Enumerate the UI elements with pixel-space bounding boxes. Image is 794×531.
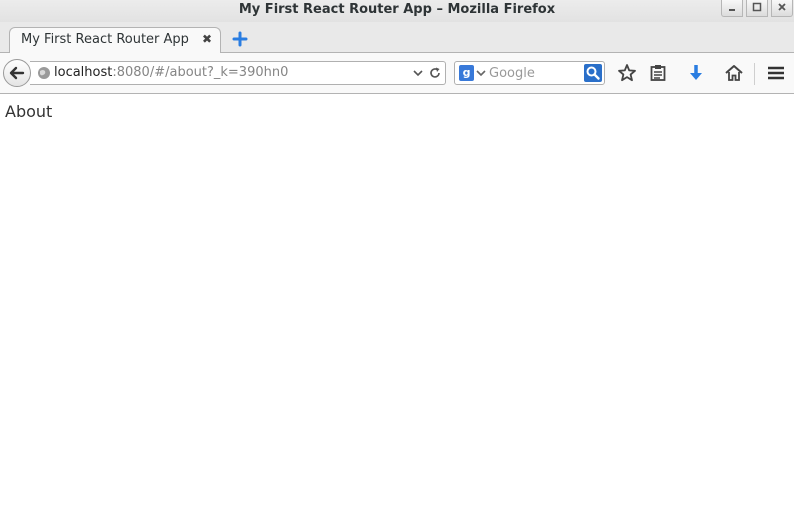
maximize-button[interactable]	[746, 0, 768, 17]
search-icon[interactable]	[584, 64, 602, 82]
maximize-icon	[752, 2, 762, 12]
tab-my-first-react-router-app[interactable]: My First React Router App ✖	[9, 27, 221, 53]
url-text: localhost:8080/#/about?_k=390hn0	[54, 65, 288, 80]
search-input[interactable]	[489, 64, 579, 82]
close-window-button[interactable]	[771, 0, 793, 17]
hamburger-menu-icon[interactable]	[765, 62, 787, 84]
download-arrow-icon[interactable]	[685, 62, 707, 84]
window-titlebar: My First React Router App – Mozilla Fire…	[0, 0, 794, 22]
back-arrow-icon	[9, 66, 25, 80]
globe-icon	[38, 67, 50, 79]
search-bar[interactable]: g	[454, 61, 605, 85]
google-engine-icon[interactable]: g	[459, 65, 474, 81]
chevron-down-icon[interactable]	[476, 66, 486, 80]
chevron-down-icon[interactable]	[413, 66, 423, 80]
url-path: :8080/#/about?_k=390hn0	[112, 65, 289, 80]
reload-icon[interactable]	[428, 66, 442, 80]
page-heading: About	[5, 102, 53, 121]
tab-title: My First React Router App	[21, 32, 189, 47]
close-icon	[778, 3, 786, 11]
toolbar-separator	[754, 63, 755, 85]
back-button[interactable]	[3, 59, 31, 87]
clipboard-icon[interactable]	[647, 62, 669, 84]
minimize-button[interactable]	[721, 0, 743, 17]
url-host: localhost	[54, 65, 113, 80]
navigation-toolbar-border	[0, 93, 794, 94]
home-icon[interactable]	[723, 62, 745, 84]
new-tab-icon[interactable]	[231, 30, 249, 48]
star-icon[interactable]	[616, 62, 638, 84]
window-title: My First React Router App – Mozilla Fire…	[238, 2, 556, 17]
url-bar[interactable]: localhost:8080/#/about?_k=390hn0	[30, 61, 446, 85]
minimize-icon	[729, 9, 735, 11]
tab-close-icon[interactable]: ✖	[202, 32, 212, 46]
